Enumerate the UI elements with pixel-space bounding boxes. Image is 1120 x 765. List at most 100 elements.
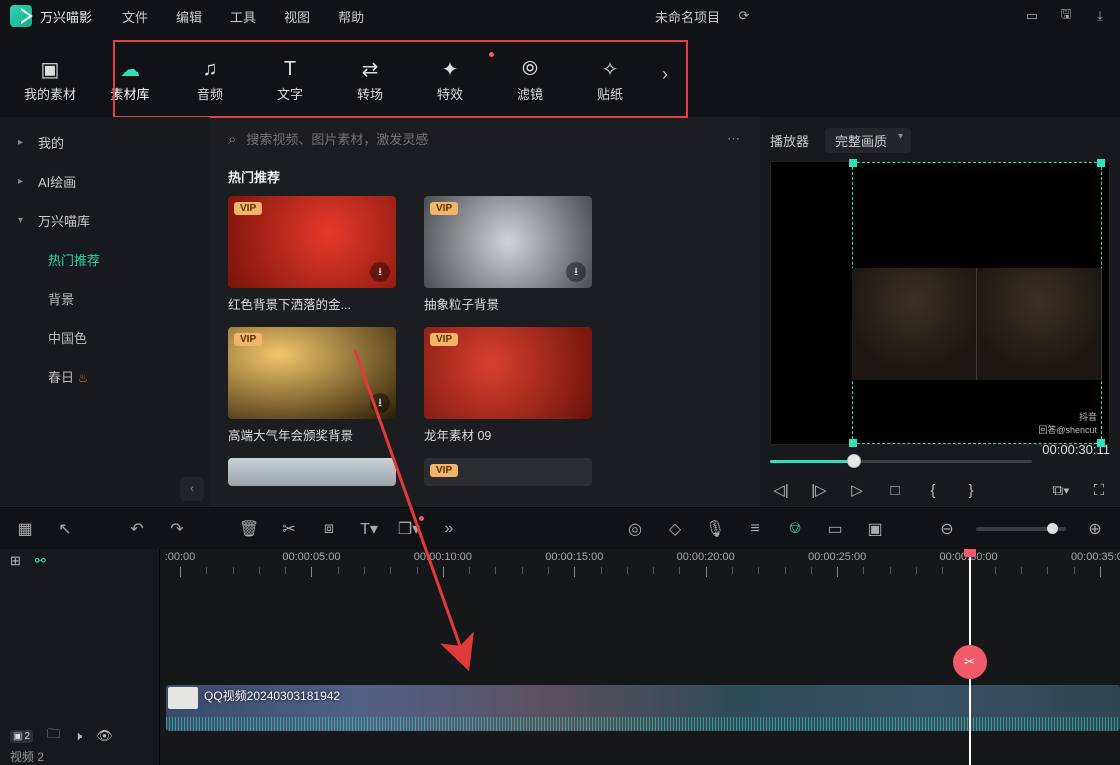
search-icon: ⌕ <box>228 131 236 148</box>
sidebar-group-ai[interactable]: AI绘画 <box>0 162 210 201</box>
stop-button[interactable]: □ <box>884 479 906 501</box>
asset-card[interactable]: VIP <box>424 458 592 486</box>
sidebar-item-spring[interactable]: 春日 ♨ <box>0 357 210 396</box>
undo-button[interactable]: ↶ <box>126 518 148 540</box>
download-icon[interactable]: ⭳ <box>566 262 586 282</box>
tab-label: 贴纸 <box>570 84 650 103</box>
clip-name: QQ视频20240303181942 <box>204 687 340 704</box>
fullscreen-icon[interactable]: ⛶ <box>1088 479 1110 501</box>
zoom-in-button[interactable]: ⊕ <box>1084 518 1106 540</box>
cloud-icon: ☁ <box>90 54 170 84</box>
project-title[interactable]: 未命名项目 <box>655 7 720 26</box>
history-icon[interactable]: ⟳ <box>734 6 754 26</box>
tab-label: 特效 <box>410 84 490 103</box>
preview-panel: 播放器 完整画质 抖音 回答@shencut 00:00:30:11 <box>760 117 1120 507</box>
layout-icon[interactable]: ▭ <box>1022 6 1042 26</box>
crop-button[interactable]: ⧈ <box>318 518 340 540</box>
render-icon[interactable]: ▭ <box>824 518 846 540</box>
tab-audio[interactable]: ♫ 音频 <box>170 46 250 103</box>
zoom-slider[interactable] <box>976 527 1066 531</box>
play-button[interactable]: ▷ <box>846 479 868 501</box>
playhead[interactable]: ✂ <box>969 549 971 765</box>
mic-icon[interactable]: 🎙 <box>704 518 726 540</box>
sidebar-collapse-button[interactable]: ‹ <box>180 477 204 501</box>
target-icon[interactable]: ◎ <box>624 518 646 540</box>
sidebar-item-background[interactable]: 背景 <box>0 279 210 318</box>
tab-text[interactable]: T 文字 <box>250 46 330 103</box>
media-icon: ▣ <box>10 54 90 84</box>
mark-in-icon[interactable]: { <box>922 479 944 501</box>
clip-waveform <box>166 717 1120 731</box>
snapshot-icon[interactable]: ⧉▾ <box>1050 479 1072 501</box>
menu-view[interactable]: 视图 <box>284 7 310 26</box>
menu-file[interactable]: 文件 <box>122 7 148 26</box>
add-track-icon[interactable]: ⊞ <box>10 553 21 569</box>
tab-transition[interactable]: ⇄ 转场 <box>330 46 410 103</box>
asset-card[interactable]: VIP 龙年素材 09 <box>424 327 592 444</box>
ruler-label: 00:00:25:00 <box>808 551 866 563</box>
save-icon[interactable]: 🖫 <box>1056 6 1076 26</box>
download-icon[interactable]: ⭳ <box>370 262 390 282</box>
prev-frame-button[interactable]: ◁| <box>770 479 792 501</box>
menu-help[interactable]: 帮助 <box>338 7 364 26</box>
mixer-icon[interactable]: ≡ <box>744 518 766 540</box>
tab-stock[interactable]: ☁ 素材库 <box>90 46 170 103</box>
sidebar-group-mine[interactable]: 我的 <box>0 123 210 162</box>
asset-card[interactable]: VIP ⭳ 抽象粒子背景 <box>424 196 592 313</box>
track-badge[interactable]: ▣2 <box>10 730 33 743</box>
more-icon[interactable]: ⋯ <box>727 131 742 147</box>
next-frame-button[interactable]: |▷ <box>808 479 830 501</box>
redo-button[interactable]: ↷ <box>166 518 188 540</box>
quality-select[interactable]: 完整画质 <box>825 128 911 153</box>
asset-card[interactable] <box>228 458 396 486</box>
link-icon[interactable]: ⚯ <box>35 553 46 569</box>
download-icon[interactable]: ⭳ <box>370 393 390 413</box>
search-input[interactable] <box>246 132 717 147</box>
grid-icon[interactable]: ▦ <box>14 518 36 540</box>
menu-tools[interactable]: 工具 <box>230 7 256 26</box>
marker-icon[interactable]: ◇ <box>664 518 686 540</box>
tab-label: 滤镜 <box>490 84 570 103</box>
pointer-icon[interactable]: ↖ <box>54 518 76 540</box>
delete-button[interactable]: 🗑 <box>238 518 260 540</box>
text-tool-icon[interactable]: T▾ <box>358 518 380 540</box>
sidebar-group-stock[interactable]: 万兴喵库 <box>0 201 210 240</box>
timeline-ruler[interactable]: :00:0000:00:05:0000:00:10:0000:00:15:000… <box>160 549 1120 585</box>
mark-out-icon[interactable]: } <box>960 479 982 501</box>
asset-card[interactable]: VIP ⭳ 红色背景下洒落的金... <box>228 196 396 313</box>
mute-icon[interactable]: 🕨 <box>74 728 82 744</box>
timeline: ⊞ ⚯ ▣2 🗀 🕨 👁 视频 2 :00:0000:00:05:0000:00… <box>0 549 1120 765</box>
zoom-out-button[interactable]: ⊖ <box>936 518 958 540</box>
timeline-clip[interactable]: QQ视频20240303181942 <box>166 685 1120 731</box>
sidebar-item-china-color[interactable]: 中国色 <box>0 318 210 357</box>
video-track[interactable]: QQ视频20240303181942 <box>160 679 1120 739</box>
tab-effects[interactable]: ✦ 特效 <box>410 46 490 103</box>
track-label: 视频 2 <box>10 748 44 765</box>
ruler-label: 00:00:35:00 <box>1071 551 1120 563</box>
preview-progress[interactable] <box>770 457 1032 465</box>
overflow-icon[interactable]: » <box>438 518 460 540</box>
menu-edit[interactable]: 编辑 <box>176 7 202 26</box>
visibility-icon[interactable]: 👁 <box>96 728 113 744</box>
vip-badge: VIP <box>430 464 458 477</box>
preview-stage[interactable]: 抖音 回答@shencut <box>770 161 1110 445</box>
export-icon[interactable]: ⤓ <box>1090 6 1110 26</box>
split-icon[interactable]: ⎊ <box>784 518 806 540</box>
cut-button[interactable]: ✂ <box>278 518 300 540</box>
tab-stickers[interactable]: ✧ 贴纸 <box>570 46 650 103</box>
vip-badge: VIP <box>430 202 458 215</box>
tabs-more-icon[interactable]: › <box>650 64 680 85</box>
sidebar-item-hot[interactable]: 热门推荐 <box>0 240 210 279</box>
tab-my-media[interactable]: ▣ 我的素材 <box>10 46 90 103</box>
ruler-label: 00:00:10:00 <box>414 551 472 563</box>
vip-badge: VIP <box>430 333 458 346</box>
folder-icon[interactable]: 🗀 <box>47 725 60 747</box>
fit-icon[interactable]: ▣ <box>864 518 886 540</box>
playhead-cap[interactable] <box>964 549 976 557</box>
sidebar-group-label: 万兴喵库 <box>38 211 90 230</box>
asset-card[interactable]: VIP ⭳ 高端大气年会颁奖背景 <box>228 327 396 444</box>
tab-filters[interactable]: ⦾ 滤镜 <box>490 46 570 103</box>
playhead-cut-badge[interactable]: ✂ <box>953 645 987 679</box>
copy-icon[interactable]: ❐▾ <box>398 518 420 540</box>
filter-icon: ⦾ <box>490 54 570 84</box>
